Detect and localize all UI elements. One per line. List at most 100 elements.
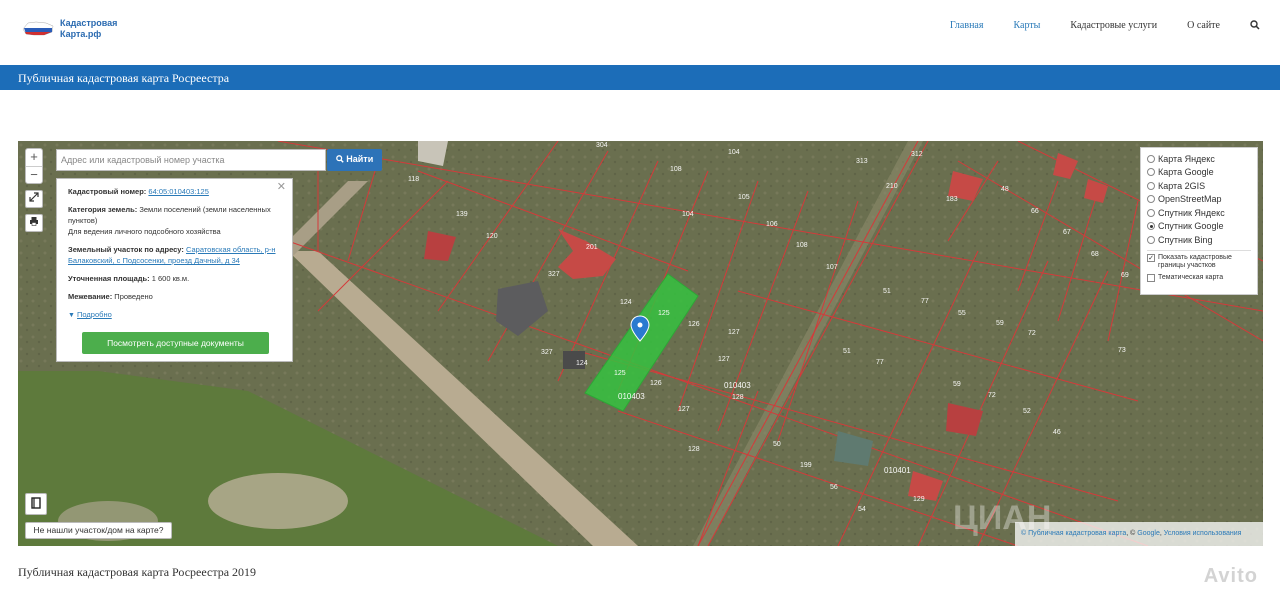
area-row: Уточненная площадь: 1 600 кв.м. (68, 273, 281, 284)
svg-text:126: 126 (688, 321, 700, 328)
thematic-map-option[interactable]: Тематическая карта (1147, 273, 1251, 282)
attribution-pkk-link[interactable]: © Публичная кадастровая карта (1021, 530, 1126, 537)
terms-link[interactable]: Условия использования (1164, 530, 1242, 537)
radio-selected-icon[interactable] (1147, 222, 1155, 231)
layer-label: Спутник Google (1158, 221, 1224, 232)
svg-text:010403: 010403 (724, 381, 751, 390)
svg-text:201: 201 (586, 244, 598, 251)
svg-text:108: 108 (670, 166, 682, 173)
nav-maps[interactable]: Карты (1013, 20, 1040, 33)
svg-text:59: 59 (996, 320, 1004, 327)
radio-icon[interactable] (1147, 208, 1155, 217)
layer-option[interactable]: Спутник Bing (1147, 233, 1251, 247)
close-icon[interactable]: ✕ (277, 182, 286, 193)
svg-text:304: 304 (596, 142, 608, 149)
layer-label: OpenStreetMap (1158, 194, 1222, 205)
svg-text:139: 139 (456, 211, 468, 218)
svg-text:127: 127 (718, 356, 730, 363)
nav-cadastral-services[interactable]: Кадастровые услуги (1070, 20, 1157, 33)
svg-text:56: 56 (830, 484, 838, 491)
search-input[interactable]: Адрес или кадастровый номер участка (56, 149, 326, 171)
svg-text:105: 105 (738, 194, 750, 201)
cadastral-number-link[interactable]: 64:05:010403:125 (148, 187, 208, 196)
land-category-row: Категория земель: Земли поселений (земли… (68, 204, 281, 237)
cadastral-number-label: Кадастровый номер: (68, 187, 147, 196)
not-found-button[interactable]: Не нашли участок/дом на карте? (25, 522, 172, 539)
svg-text:127: 127 (728, 329, 740, 336)
layer-option[interactable]: Карта Google (1147, 166, 1251, 180)
layer-option[interactable]: Карта 2GIS (1147, 179, 1251, 193)
layers-toggle-button[interactable] (25, 493, 47, 515)
svg-text:125: 125 (658, 310, 670, 317)
area-label: Уточненная площадь: (68, 274, 150, 283)
expand-icon (29, 192, 39, 202)
svg-text:48: 48 (1001, 186, 1009, 193)
svg-text:327: 327 (541, 349, 553, 356)
svg-text:104: 104 (728, 149, 740, 156)
layer-option[interactable]: Карта Яндекс (1147, 152, 1251, 166)
svg-text:010403: 010403 (618, 392, 645, 401)
survey-row: Межевание: Проведено (68, 291, 281, 302)
fullscreen-button[interactable] (25, 190, 43, 208)
caret-down-icon: ▼ (68, 312, 75, 319)
site-logo[interactable]: Кадастровая Карта.рф (22, 18, 130, 40)
svg-text:104: 104 (682, 211, 694, 218)
view-documents-button[interactable]: Посмотреть доступные документы (82, 332, 269, 354)
svg-text:52: 52 (1023, 408, 1031, 415)
layer-option[interactable]: Спутник Яндекс (1147, 206, 1251, 220)
radio-icon[interactable] (1147, 195, 1155, 204)
radio-icon[interactable] (1147, 181, 1155, 190)
svg-text:126: 126 (650, 380, 662, 387)
survey-label: Межевание: (68, 292, 113, 301)
layer-label: Спутник Bing (1158, 234, 1213, 245)
address-row: Земельный участок по адресу: Саратовская… (68, 244, 281, 266)
radio-icon[interactable] (1147, 168, 1155, 177)
layer-option[interactable]: OpenStreetMap (1147, 193, 1251, 207)
svg-text:66: 66 (1031, 208, 1039, 215)
search-button-label: Найти (346, 154, 374, 164)
layer-label: Карта Яндекс (1158, 153, 1215, 164)
print-button[interactable] (25, 214, 43, 232)
svg-text:210: 210 (886, 183, 898, 190)
radio-icon[interactable] (1147, 154, 1155, 163)
svg-text:128: 128 (732, 394, 744, 401)
area-value: 1 600 кв.м. (151, 274, 190, 283)
svg-text:59: 59 (953, 381, 961, 388)
land-category-label: Категория земель: (68, 205, 138, 214)
checkbox-icon[interactable] (1147, 273, 1155, 282)
layers-panel: Карта Яндекс Карта Google Карта 2GIS Ope… (1140, 147, 1258, 295)
address-label: Земельный участок по адресу: (68, 245, 184, 254)
svg-text:72: 72 (988, 392, 996, 399)
zoom-control: + − (25, 148, 43, 184)
svg-text:124: 124 (620, 299, 632, 306)
svg-text:73: 73 (1118, 347, 1126, 354)
show-boundaries-option[interactable]: ✓ Показать кадастровые границы участков (1147, 253, 1251, 270)
svg-text:46: 46 (1053, 429, 1061, 436)
land-usage-value: Для ведения личного подсобного хозяйства (68, 227, 221, 236)
nav-about[interactable]: О сайте (1187, 20, 1220, 33)
checkbox-checked-icon[interactable]: ✓ (1147, 253, 1155, 262)
zoom-out-button[interactable]: − (26, 166, 42, 183)
radio-icon[interactable] (1147, 235, 1155, 244)
book-icon (31, 497, 41, 509)
nav-home[interactable]: Главная (950, 20, 984, 33)
map-attribution: © Публичная кадастровая карта, © Google,… (1015, 522, 1263, 546)
cadastral-map[interactable]: 304 108 104 313 312 118 104 105 210 139 120 106 … (18, 141, 1263, 546)
more-details-row: ▼ Подробно (68, 309, 281, 321)
svg-text:124: 124 (576, 360, 588, 367)
svg-text:77: 77 (921, 298, 929, 305)
svg-text:77: 77 (876, 359, 884, 366)
svg-text:010401: 010401 (884, 466, 911, 475)
attribution-google-link[interactable]: Google (1137, 530, 1160, 537)
layer-label: Спутник Яндекс (1158, 207, 1225, 218)
thematic-map-label: Тематическая карта (1158, 273, 1224, 281)
search-icon (335, 155, 344, 163)
svg-text:51: 51 (883, 288, 891, 295)
layer-option[interactable]: Спутник Google (1147, 220, 1251, 234)
search-icon[interactable] (1250, 20, 1260, 33)
svg-text:327: 327 (548, 271, 560, 278)
search-button[interactable]: Найти (327, 149, 382, 171)
more-details-link[interactable]: Подробно (77, 310, 112, 319)
zoom-in-button[interactable]: + (26, 149, 42, 166)
printer-icon (30, 217, 38, 226)
